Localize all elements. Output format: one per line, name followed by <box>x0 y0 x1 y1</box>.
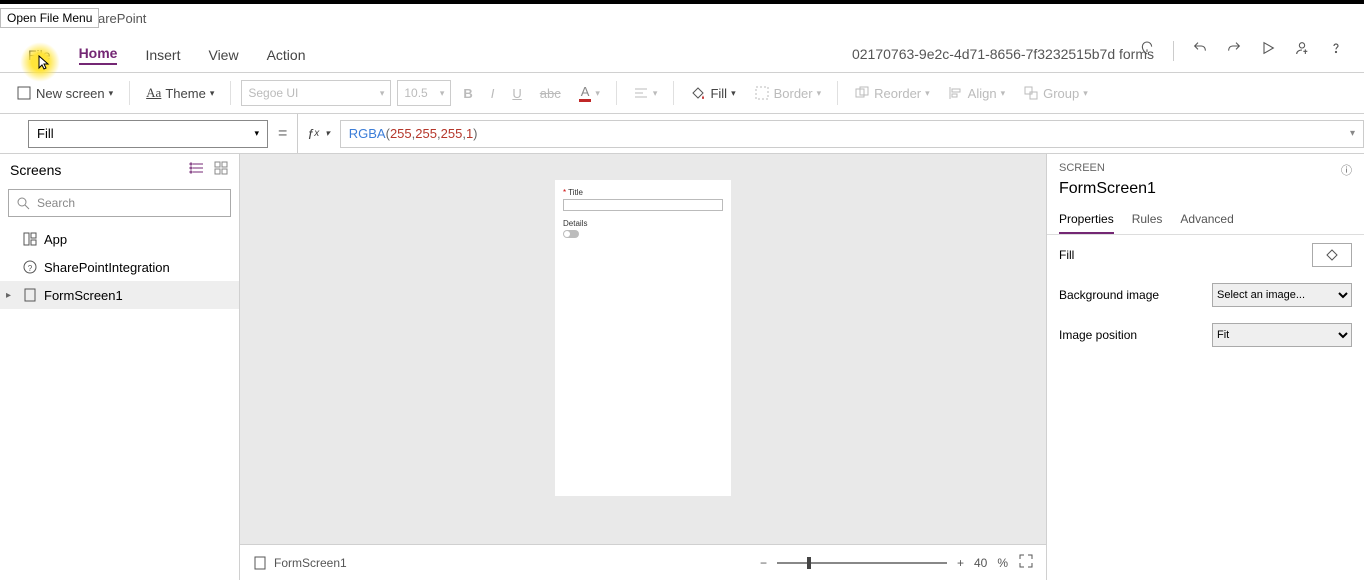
field-details-label: Details <box>563 219 723 228</box>
status-bar: FormScreen1 − + 40 % <box>240 544 1046 580</box>
panel-caption: SCREEN <box>1059 162 1105 178</box>
list-view-icon[interactable] <box>189 160 205 179</box>
undo-icon[interactable] <box>1192 40 1208 61</box>
text-align-button[interactable]: ▾ <box>627 81 664 105</box>
zoom-in-button[interactable]: + <box>957 556 964 570</box>
strike-button[interactable]: abc <box>534 82 567 105</box>
align-button[interactable]: Align▾ <box>942 81 1011 105</box>
chevron-right-icon[interactable]: ▸ <box>6 290 11 301</box>
expand-formula-icon[interactable]: ▾ <box>1350 128 1355 139</box>
details-toggle[interactable] <box>563 230 579 238</box>
zoom-pct: % <box>997 556 1008 570</box>
canvas-area[interactable]: *Title Details <box>240 154 1046 544</box>
status-screen-name: FormScreen1 <box>274 556 347 570</box>
property-dropdown[interactable]: Fill▾ <box>28 120 268 148</box>
svg-text:?: ? <box>28 264 33 273</box>
tree-view-pane: Screens Search App ? SharePointIntegrati… <box>0 154 240 580</box>
menu-insert[interactable]: Insert <box>145 47 180 63</box>
field-title-label: Title <box>568 188 583 197</box>
screens-header: Screens <box>10 162 61 178</box>
grid-view-icon[interactable] <box>213 160 229 179</box>
fontcolor-button[interactable]: A▾ <box>573 80 606 106</box>
bold-button[interactable]: B <box>457 82 478 105</box>
prop-fill-swatch[interactable] <box>1312 243 1352 267</box>
menu-view[interactable]: View <box>208 47 238 63</box>
tree-node-sharepoint[interactable]: ? SharePointIntegration <box>0 253 239 281</box>
prop-bg-label: Background image <box>1059 288 1159 302</box>
redo-icon[interactable] <box>1226 40 1242 61</box>
zoom-slider[interactable] <box>777 562 947 564</box>
app-icon <box>22 231 38 247</box>
underline-button[interactable]: U <box>506 82 527 105</box>
panel-help-icon[interactable]: ⓘ <box>1341 162 1352 178</box>
tree-node-app[interactable]: App <box>0 225 239 253</box>
zoom-out-button[interactable]: − <box>760 556 767 570</box>
reorder-button[interactable]: Reorder▾ <box>848 81 936 105</box>
share-icon[interactable] <box>1294 40 1310 61</box>
tooltip-open-file: Open File Menu <box>0 8 99 28</box>
ribbon: New screen▾ Aa Theme▾ Segoe UI▾ 10.5▾ B … <box>0 72 1364 114</box>
menu-home[interactable]: Home <box>79 45 118 65</box>
formula-input[interactable]: RGBA(255, 255, 255, 1) ▾ <box>340 120 1364 148</box>
new-screen-button[interactable]: New screen▾ <box>10 81 119 105</box>
panel-title: FormScreen1 <box>1047 178 1364 206</box>
play-icon[interactable] <box>1260 40 1276 61</box>
fit-icon[interactable] <box>1018 553 1034 572</box>
fontsize-select[interactable]: 10.5▾ <box>397 80 451 106</box>
info-icon: ? <box>22 259 38 275</box>
theme-button[interactable]: Aa Theme▾ <box>140 81 220 105</box>
fx-icon[interactable]: fx▾ <box>297 114 339 153</box>
fill-button[interactable]: Fill▾ <box>684 81 741 105</box>
formula-bar: Fill▾ = fx▾ RGBA(255, 255, 255, 1) ▾ <box>0 114 1364 154</box>
tree-node-formscreen[interactable]: ▸ FormScreen1 <box>0 281 239 309</box>
border-button[interactable]: Border▾ <box>748 81 828 105</box>
zoom-value: 40 <box>974 556 987 570</box>
equals-label: = <box>278 125 287 143</box>
tab-rules[interactable]: Rules <box>1132 206 1163 234</box>
prop-pos-label: Image position <box>1059 328 1137 342</box>
tab-properties[interactable]: Properties <box>1059 206 1114 234</box>
highlight-indicator <box>20 42 60 82</box>
phone-preview[interactable]: *Title Details <box>555 180 731 496</box>
app-checker-icon[interactable] <box>1139 40 1155 61</box>
italic-button[interactable]: I <box>485 82 501 105</box>
breadcrumb[interactable]: arePoint <box>98 11 146 26</box>
properties-pane: SCREEN ⓘ FormScreen1 Properties Rules Adv… <box>1046 154 1364 580</box>
prop-bg-select[interactable]: Select an image... <box>1212 283 1352 307</box>
search-input[interactable]: Search <box>8 189 231 217</box>
field-title-input[interactable] <box>563 199 723 211</box>
document-name: 02170763-9e2c-4d71-8656-7f3232515b7d for… <box>852 46 1154 62</box>
top-actions <box>1139 40 1344 61</box>
prop-fill-label: Fill <box>1059 248 1074 262</box>
group-button[interactable]: Group▾ <box>1017 81 1094 105</box>
tab-advanced[interactable]: Advanced <box>1180 206 1233 234</box>
screen-icon <box>22 287 38 303</box>
menu-action[interactable]: Action <box>267 47 306 63</box>
screen-icon <box>252 555 268 571</box>
font-select[interactable]: Segoe UI▾ <box>241 80 391 106</box>
help-icon[interactable] <box>1328 40 1344 61</box>
prop-pos-select[interactable]: Fit <box>1212 323 1352 347</box>
